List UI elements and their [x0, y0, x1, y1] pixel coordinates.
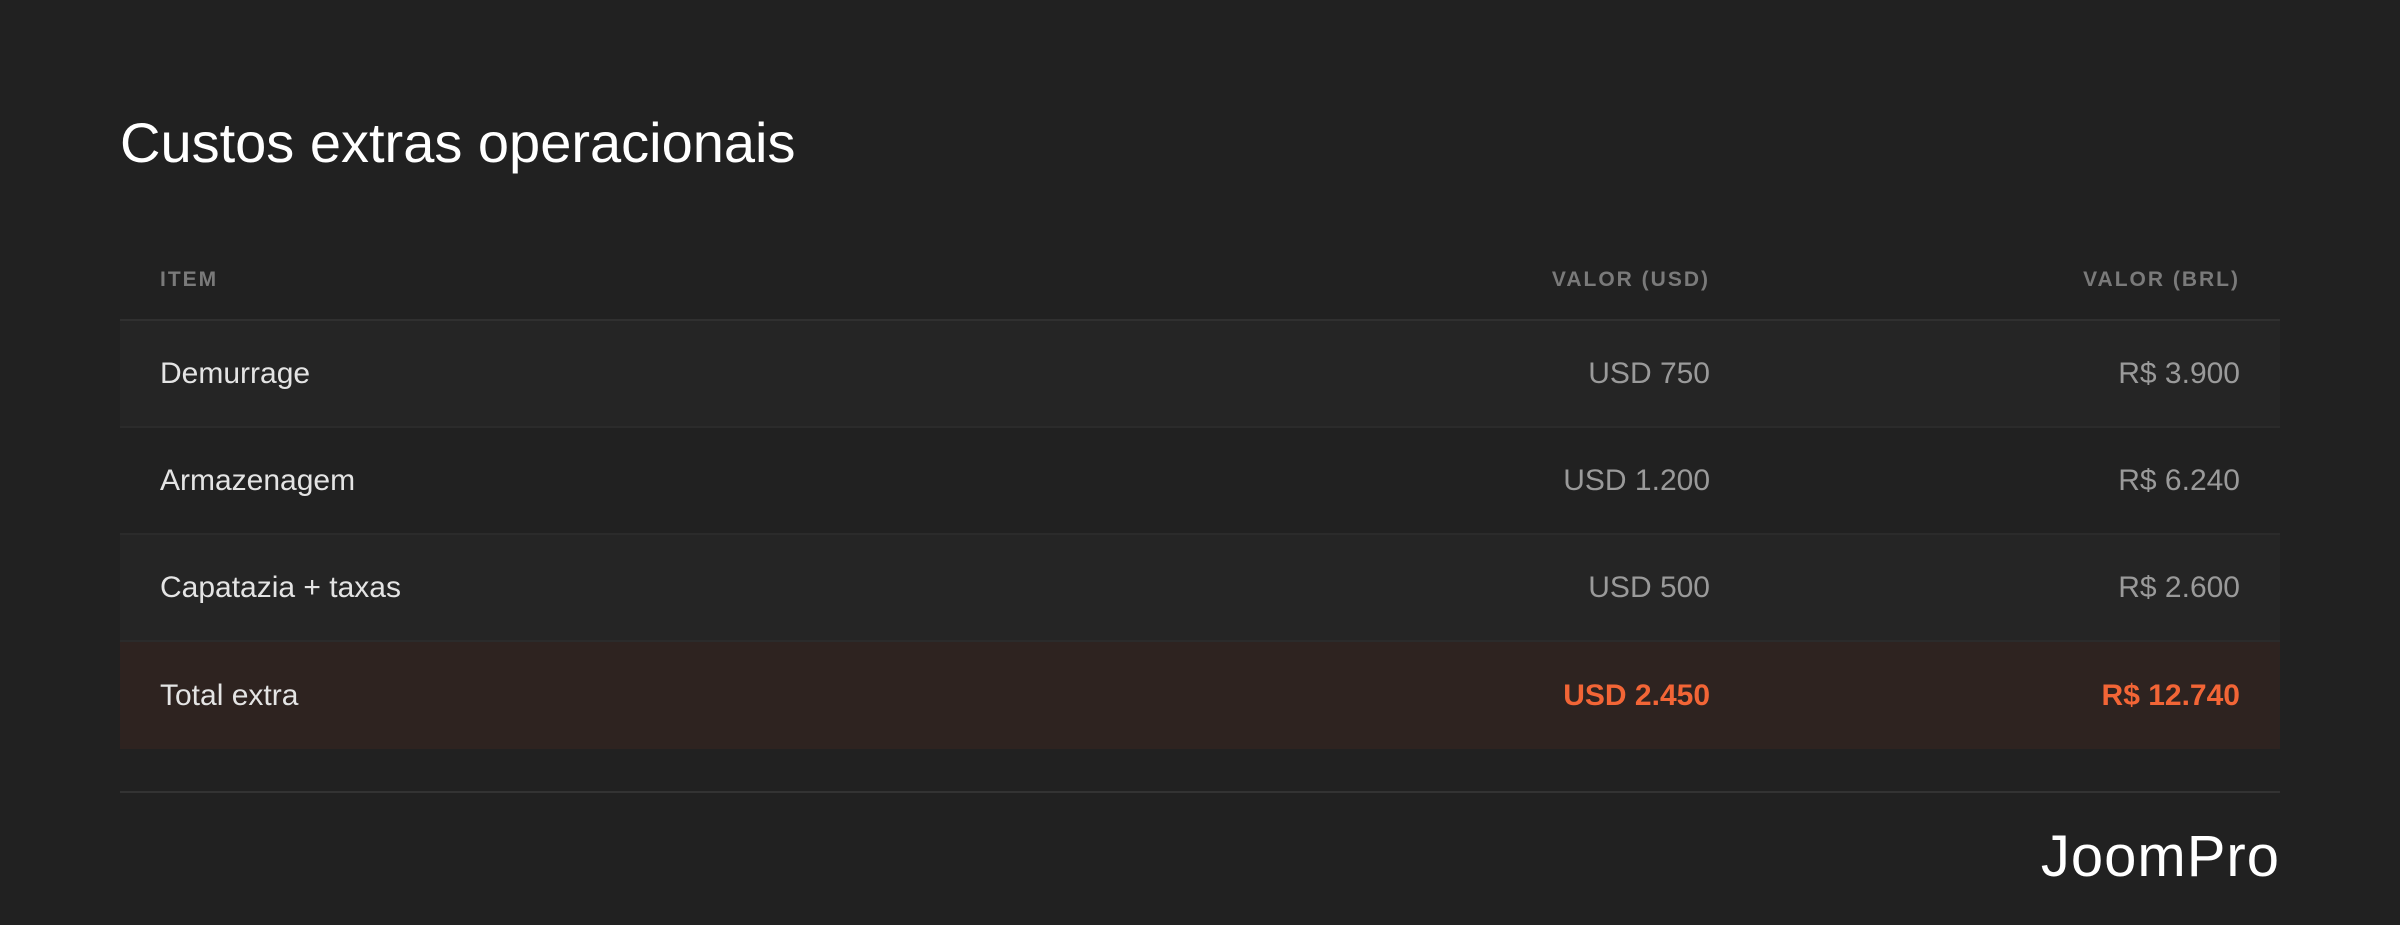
total-brl: R$ 12.740 [2101, 678, 2240, 712]
table-header-row: ITEM VALOR (USD) VALOR (BRL) [120, 240, 2280, 321]
usd-cell: USD 1.200 [1563, 463, 1710, 497]
table-row: Demurrage USD 750 R$ 3.900 [120, 321, 2280, 428]
table-row: Armazenagem USD 1.200 R$ 6.240 [120, 428, 2280, 535]
column-header-usd: VALOR (USD) [1551, 267, 1710, 291]
item-cell: Capatazia + taxas [160, 570, 401, 604]
usd-cell: USD 500 [1588, 570, 1710, 604]
item-cell: Demurrage [160, 356, 311, 390]
item-cell: Armazenagem [160, 463, 356, 497]
table-row: Capatazia + taxas USD 500 R$ 2.600 [120, 535, 2280, 642]
footer-divider [120, 791, 2280, 793]
column-header-item: ITEM [160, 267, 219, 291]
total-row: Total extra USD 2.450 R$ 12.740 [120, 642, 2280, 749]
brl-cell: R$ 2.600 [2118, 570, 2240, 604]
column-header-brl: VALOR (BRL) [2083, 267, 2240, 291]
usd-cell: USD 750 [1588, 356, 1710, 390]
costs-table: ITEM VALOR (USD) VALOR (BRL) Demurrage U… [120, 240, 2280, 749]
page: Custos extras operacionais ITEM VALOR (U… [0, 0, 2400, 925]
page-title: Custos extras operacionais [120, 111, 796, 174]
brl-cell: R$ 6.240 [2118, 463, 2240, 497]
total-usd: USD 2.450 [1563, 678, 1710, 712]
brl-cell: R$ 3.900 [2118, 356, 2240, 390]
brand-logo: JoomPro [2040, 824, 2280, 889]
total-label: Total extra [160, 678, 299, 712]
